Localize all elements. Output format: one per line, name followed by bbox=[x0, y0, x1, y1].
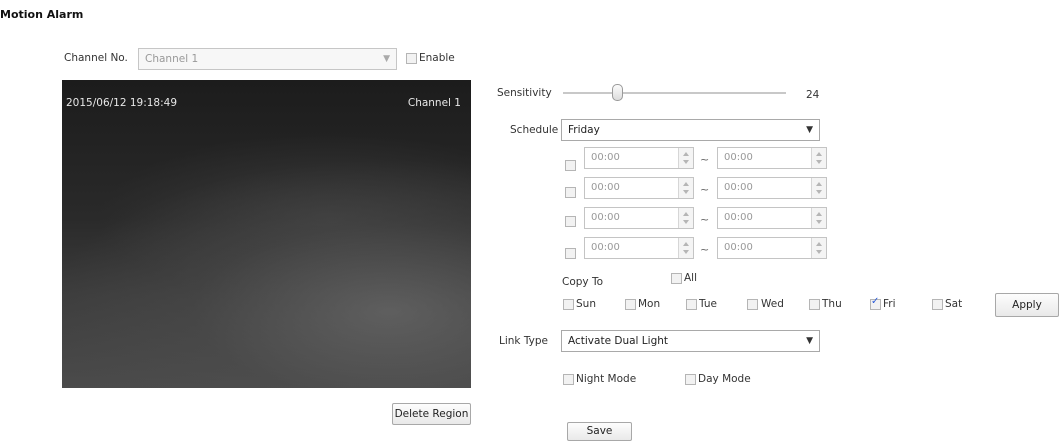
day-label-mon: Mon bbox=[638, 298, 661, 310]
chevron-down-icon: ▼ bbox=[383, 54, 390, 64]
copy-all-label: All bbox=[684, 272, 698, 284]
spinner-icon[interactable] bbox=[678, 148, 693, 168]
schedule-slot-checkbox[interactable] bbox=[565, 160, 576, 171]
day-checkbox-wed[interactable] bbox=[747, 299, 758, 310]
schedule-slot-checkbox[interactable] bbox=[565, 216, 576, 227]
spinner-icon[interactable] bbox=[678, 238, 693, 258]
start-time-value: 00:00 bbox=[591, 242, 620, 253]
start-time-value: 00:00 bbox=[591, 152, 620, 163]
schedule-start-time[interactable]: 00:00 bbox=[584, 207, 694, 229]
night-mode-label: Night Mode bbox=[576, 373, 637, 385]
day-label-tue: Tue bbox=[699, 298, 717, 310]
video-timestamp: 2015/06/12 19:18:49 bbox=[66, 97, 178, 109]
schedule-start-time[interactable]: 00:00 bbox=[584, 147, 694, 169]
end-time-value: 00:00 bbox=[724, 212, 753, 223]
video-channel-osd: Channel 1 bbox=[407, 97, 461, 109]
spinner-icon[interactable] bbox=[811, 148, 826, 168]
sensitivity-label: Sensitivity bbox=[497, 87, 552, 99]
schedule-end-time[interactable]: 00:00 bbox=[717, 237, 827, 259]
spinner-icon[interactable] bbox=[811, 178, 826, 198]
spinner-icon[interactable] bbox=[811, 238, 826, 258]
schedule-start-time[interactable]: 00:00 bbox=[584, 237, 694, 259]
delete-region-button[interactable]: Delete Region bbox=[392, 403, 471, 425]
schedule-day-value: Friday bbox=[568, 124, 600, 136]
day-checkbox-sun[interactable] bbox=[563, 299, 574, 310]
day-checkbox-thu[interactable] bbox=[809, 299, 820, 310]
schedule-slot-checkbox[interactable] bbox=[565, 248, 576, 259]
page-title: Motion Alarm bbox=[0, 8, 84, 21]
start-time-value: 00:00 bbox=[591, 182, 620, 193]
end-time-value: 00:00 bbox=[724, 152, 753, 163]
day-label-sat: Sat bbox=[945, 298, 963, 310]
channel-label: Channel No. bbox=[64, 52, 128, 64]
copy-to-label: Copy To bbox=[562, 276, 604, 288]
sensitivity-slider-thumb[interactable] bbox=[611, 84, 623, 101]
spinner-icon[interactable] bbox=[678, 208, 693, 228]
end-time-value: 00:00 bbox=[724, 242, 753, 253]
save-button[interactable]: Save bbox=[567, 422, 632, 441]
chevron-down-icon: ▼ bbox=[806, 336, 813, 346]
range-separator: ~ bbox=[700, 183, 710, 196]
range-separator: ~ bbox=[700, 153, 710, 166]
range-separator: ~ bbox=[700, 213, 710, 226]
schedule-end-time[interactable]: 00:00 bbox=[717, 207, 827, 229]
range-separator: ~ bbox=[700, 243, 710, 256]
channel-select[interactable]: Channel 1 ▼ bbox=[138, 48, 397, 70]
sensitivity-value: 24 bbox=[806, 89, 820, 101]
enable-checkbox[interactable] bbox=[406, 53, 417, 64]
day-label-thu: Thu bbox=[822, 298, 842, 310]
day-checkbox-fri[interactable] bbox=[870, 296, 881, 310]
schedule-label: Schedule bbox=[510, 124, 559, 136]
apply-button[interactable]: Apply bbox=[995, 293, 1059, 317]
end-time-value: 00:00 bbox=[724, 182, 753, 193]
chevron-down-icon: ▼ bbox=[806, 125, 813, 135]
schedule-start-time[interactable]: 00:00 bbox=[584, 177, 694, 199]
day-label-sun: Sun bbox=[576, 298, 596, 310]
day-label-wed: Wed bbox=[761, 298, 784, 310]
video-preview[interactable]: 2015/06/12 19:18:49 Channel 1 bbox=[62, 80, 471, 388]
copy-all-checkbox[interactable] bbox=[671, 273, 682, 284]
night-mode-checkbox[interactable] bbox=[563, 374, 574, 385]
schedule-end-time[interactable]: 00:00 bbox=[717, 147, 827, 169]
day-mode-checkbox[interactable] bbox=[685, 374, 696, 385]
spinner-icon[interactable] bbox=[678, 178, 693, 198]
day-checkbox-sat[interactable] bbox=[932, 299, 943, 310]
sensitivity-track[interactable] bbox=[563, 92, 786, 94]
day-checkbox-tue[interactable] bbox=[686, 299, 697, 310]
start-time-value: 00:00 bbox=[591, 212, 620, 223]
schedule-end-time[interactable]: 00:00 bbox=[717, 177, 827, 199]
day-mode-label: Day Mode bbox=[698, 373, 751, 385]
link-type-value: Activate Dual Light bbox=[568, 335, 669, 347]
schedule-day-select[interactable]: Friday ▼ bbox=[561, 119, 820, 141]
schedule-slot-checkbox[interactable] bbox=[565, 187, 576, 198]
channel-select-value: Channel 1 bbox=[145, 53, 199, 65]
day-label-fri: Fri bbox=[883, 298, 896, 310]
enable-label: Enable bbox=[419, 52, 455, 64]
link-type-label: Link Type bbox=[499, 335, 548, 347]
day-checkbox-mon[interactable] bbox=[625, 299, 636, 310]
spinner-icon[interactable] bbox=[811, 208, 826, 228]
link-type-select[interactable]: Activate Dual Light ▼ bbox=[561, 330, 820, 352]
